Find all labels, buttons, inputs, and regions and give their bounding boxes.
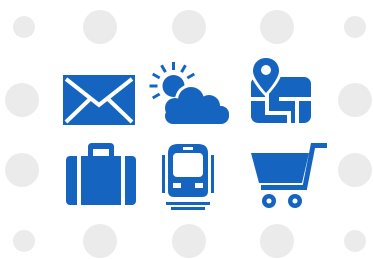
background-dot — [83, 10, 117, 44]
background-dot — [5, 83, 39, 117]
background-dot — [83, 224, 117, 258]
background-dot — [338, 153, 372, 187]
suitcase-luggage-icon — [66, 143, 136, 205]
background-dot — [172, 224, 206, 258]
weather-partly-sunny-cloud-icon — [147, 62, 233, 128]
map-location-pin-icon — [249, 55, 313, 125]
background-dot — [338, 83, 372, 117]
mail-envelope-icon — [63, 75, 135, 125]
background-dot — [172, 10, 206, 44]
background-dot — [260, 10, 294, 44]
background-dot-pattern — [5, 10, 372, 258]
background-dot — [260, 224, 294, 258]
train-metro-icon — [162, 141, 214, 211]
icon-grid-canvas — [0, 0, 373, 259]
background-dot — [13, 16, 35, 38]
background-dot — [344, 230, 366, 252]
background-dot — [13, 230, 35, 252]
background-dot — [5, 153, 39, 187]
shopping-cart-icon — [249, 143, 329, 209]
background-dot — [344, 16, 366, 38]
